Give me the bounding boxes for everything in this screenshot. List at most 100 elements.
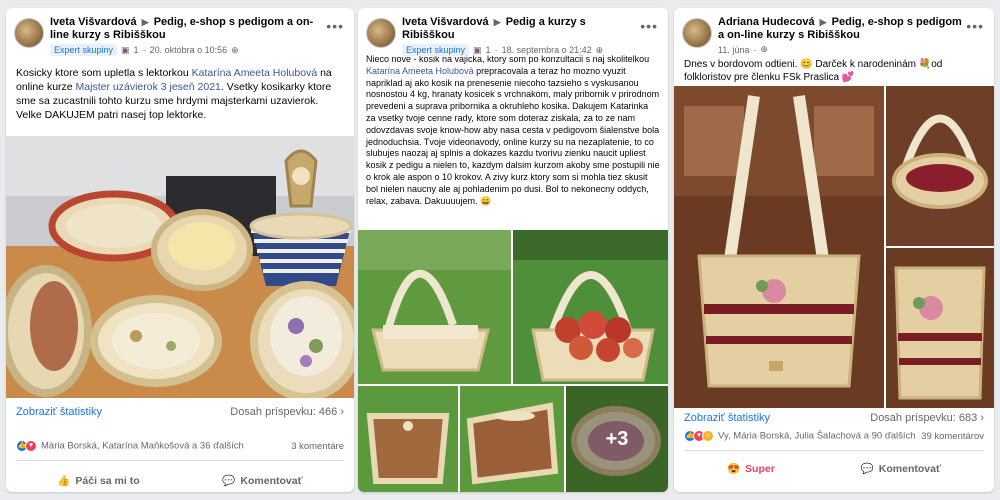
post-text: Kosicky ktore som upletla s lektorkou Ka…	[6, 62, 354, 126]
thumbs-up-icon: 👍	[57, 475, 71, 487]
grid-photo-2[interactable]	[513, 230, 668, 384]
view-stats-link[interactable]: Zobraziť štatistiky	[684, 412, 770, 424]
reactions-row: 👍 ♥ ☺ Vy, Mária Borská, Julia Šalachová a …	[684, 430, 984, 451]
reach-value: Dosah príspevku: 466	[230, 406, 338, 418]
globe-icon: ⊕	[595, 44, 604, 55]
post-card-2: Iveta Višvardová ▶ Pedig a kurzy s Ribiš…	[358, 8, 668, 492]
grid-photo-2[interactable]	[886, 86, 994, 246]
baskets-photo	[6, 136, 354, 398]
post-text-part: prepracovala a teraz ho mozno vyuzit nap…	[366, 65, 660, 206]
grid-photo-3[interactable]	[886, 248, 994, 408]
globe-icon: ⊕	[231, 44, 239, 55]
heart-icon: ♥	[25, 440, 37, 452]
photo-grid: +3	[358, 230, 668, 492]
care-reaction-icon: ☺	[702, 430, 714, 442]
reaction-icons: 👍 ♥ ☺	[684, 430, 714, 442]
reach-value: Dosah príspevku: 683	[870, 412, 978, 424]
post-reach: Dosah príspevku: 683 ›	[870, 412, 984, 424]
post-date[interactable]: 18. septembra o 21:42	[502, 45, 592, 55]
mention-link[interactable]: Katarína Ameeta Holubová	[366, 66, 474, 76]
mention-link[interactable]: Katarína Ameeta Holubová	[192, 67, 318, 79]
reactions-text: Mária Borská, Katarína Maňkošová a 36 ďa…	[41, 440, 244, 452]
author-name[interactable]: Adriana Hudecová	[718, 16, 815, 28]
post-meta: Expert skupiny ▣ 1 · 20. októbra o 10:56…	[50, 44, 326, 56]
grid-photo-1[interactable]	[674, 86, 884, 408]
love-face-icon: 😍	[726, 463, 741, 475]
post-date[interactable]: 20. októbra o 10:56	[150, 45, 228, 55]
badge-icon: ▣	[121, 44, 130, 55]
more-options-icon[interactable]: •••	[326, 18, 344, 34]
avatar[interactable]	[366, 18, 396, 48]
stats-row: Zobraziť štatistiky Dosah príspevku: 466…	[16, 406, 344, 418]
post-photo[interactable]	[6, 136, 354, 398]
reactions-summary[interactable]: 👍 ♥ Mária Borská, Katarína Maňkošová a 36…	[16, 440, 244, 452]
author-name[interactable]: Iveta Višvardová	[50, 16, 137, 28]
dot-separator: ·	[142, 45, 146, 55]
comment-button[interactable]: 💬 Komentovať	[222, 474, 303, 488]
stats-row: Zobraziť štatistiky Dosah príspevku: 683…	[684, 412, 984, 424]
super-reaction-button[interactable]: 😍 Super	[726, 462, 775, 476]
globe-icon: ⊕	[760, 44, 768, 54]
round-bordeaux-basket-photo	[886, 86, 994, 246]
super-label: Super	[745, 462, 775, 475]
post-header: Adriana Hudecová ▶ Pedig, e-shop s pedig…	[674, 8, 994, 55]
post-card-1: Iveta Višvardová ▶ Pedig, e-shop s pedig…	[6, 8, 354, 492]
post-text-part: Kosicky ktore som upletla s lektorkou	[16, 67, 192, 79]
more-options-icon[interactable]: •••	[966, 18, 984, 34]
reactions-summary[interactable]: 👍 ♥ ☺ Vy, Mária Borská, Julia Šalachová a …	[684, 430, 916, 442]
post-meta: 11. júna · ⊕	[718, 44, 966, 55]
dot-separator: ·	[494, 45, 498, 55]
expert-badge[interactable]: Expert skupiny	[50, 44, 118, 56]
chevron-right-icon[interactable]: ›	[980, 412, 984, 424]
post-text: Nieco nove - kosik na vajicka, ktory som…	[358, 52, 668, 209]
comments-count[interactable]: 39 komentárov	[921, 431, 984, 442]
comment-icon: 💬	[222, 475, 236, 487]
view-stats-link[interactable]: Zobraziť štatistiky	[16, 406, 102, 418]
post-meta: Expert skupiny ▣ 1 · 18. septembra o 21:…	[402, 44, 640, 56]
bordeaux-bag-photo	[674, 86, 884, 408]
comment-label: Komentovať	[240, 474, 303, 487]
post-reach: Dosah príspevku: 466 ›	[230, 406, 344, 418]
course-link[interactable]: Majster uzávierok 3 jeseň 2021	[76, 81, 221, 93]
post-header: Iveta Višvardová ▶ Pedig, e-shop s pedig…	[6, 8, 354, 62]
grid-photo-3[interactable]	[358, 386, 458, 492]
comment-button[interactable]: 💬 Komentovať	[860, 462, 942, 476]
apple-basket-photo	[513, 230, 668, 384]
post-date[interactable]: 11. júna	[718, 45, 749, 55]
grid-photo-1[interactable]	[358, 230, 511, 384]
comment-label: Komentovať	[878, 462, 942, 475]
post-author-line: Iveta Višvardová ▶ Pedig a kurzy s Ribiš…	[402, 16, 640, 42]
badge-icon: ▣	[473, 44, 482, 55]
like-label: Páči sa mi to	[75, 474, 140, 487]
post-author-line: Iveta Višvardová ▶ Pedig, e-shop s pedig…	[50, 16, 326, 42]
tray-basket-photo	[358, 230, 511, 384]
bag-detail-photo	[886, 248, 994, 408]
avatar[interactable]	[682, 18, 712, 48]
grid-photo-4[interactable]	[460, 386, 564, 492]
photo-grid	[674, 86, 994, 408]
action-bar: 👍 Páči sa mi to 💬 Komentovať	[16, 474, 344, 488]
comments-count[interactable]: 3 komentáre	[291, 441, 344, 452]
more-options-icon[interactable]: •••	[640, 18, 658, 34]
caret-right-icon: ▶	[819, 17, 827, 27]
comment-icon: 💬	[860, 463, 874, 475]
lidded-box-photo	[358, 386, 458, 492]
like-button[interactable]: 👍 Páči sa mi to	[57, 474, 140, 488]
post-author-line: Adriana Hudecová ▶ Pedig, e-shop s pedig…	[718, 16, 966, 42]
grid-photo-5[interactable]: +3	[566, 386, 668, 492]
avatar[interactable]	[14, 18, 44, 48]
post-header: Iveta Višvardová ▶ Pedig a kurzy s Ribiš…	[358, 8, 668, 56]
post-card-3: Adriana Hudecová ▶ Pedig, e-shop s pedig…	[674, 8, 994, 492]
more-photos-overlay[interactable]: +3	[566, 386, 668, 492]
post-text: Dnes v bordovom odtieni. 😊 Darček k naro…	[684, 59, 943, 83]
reactions-row: 👍 ♥ Mária Borská, Katarína Maňkošová a 36…	[16, 440, 344, 461]
caret-right-icon: ▶	[493, 17, 501, 27]
badge-count: 1	[133, 45, 139, 55]
expert-badge[interactable]: Expert skupiny	[402, 44, 470, 56]
author-name[interactable]: Iveta Višvardová	[402, 16, 489, 28]
cutlery-box-photo	[460, 386, 564, 492]
chevron-right-icon[interactable]: ›	[340, 406, 344, 418]
action-bar: 😍 Super 💬 Komentovať	[684, 462, 984, 476]
dot-separator: ·	[753, 44, 757, 55]
badge-count: 1	[485, 45, 491, 55]
